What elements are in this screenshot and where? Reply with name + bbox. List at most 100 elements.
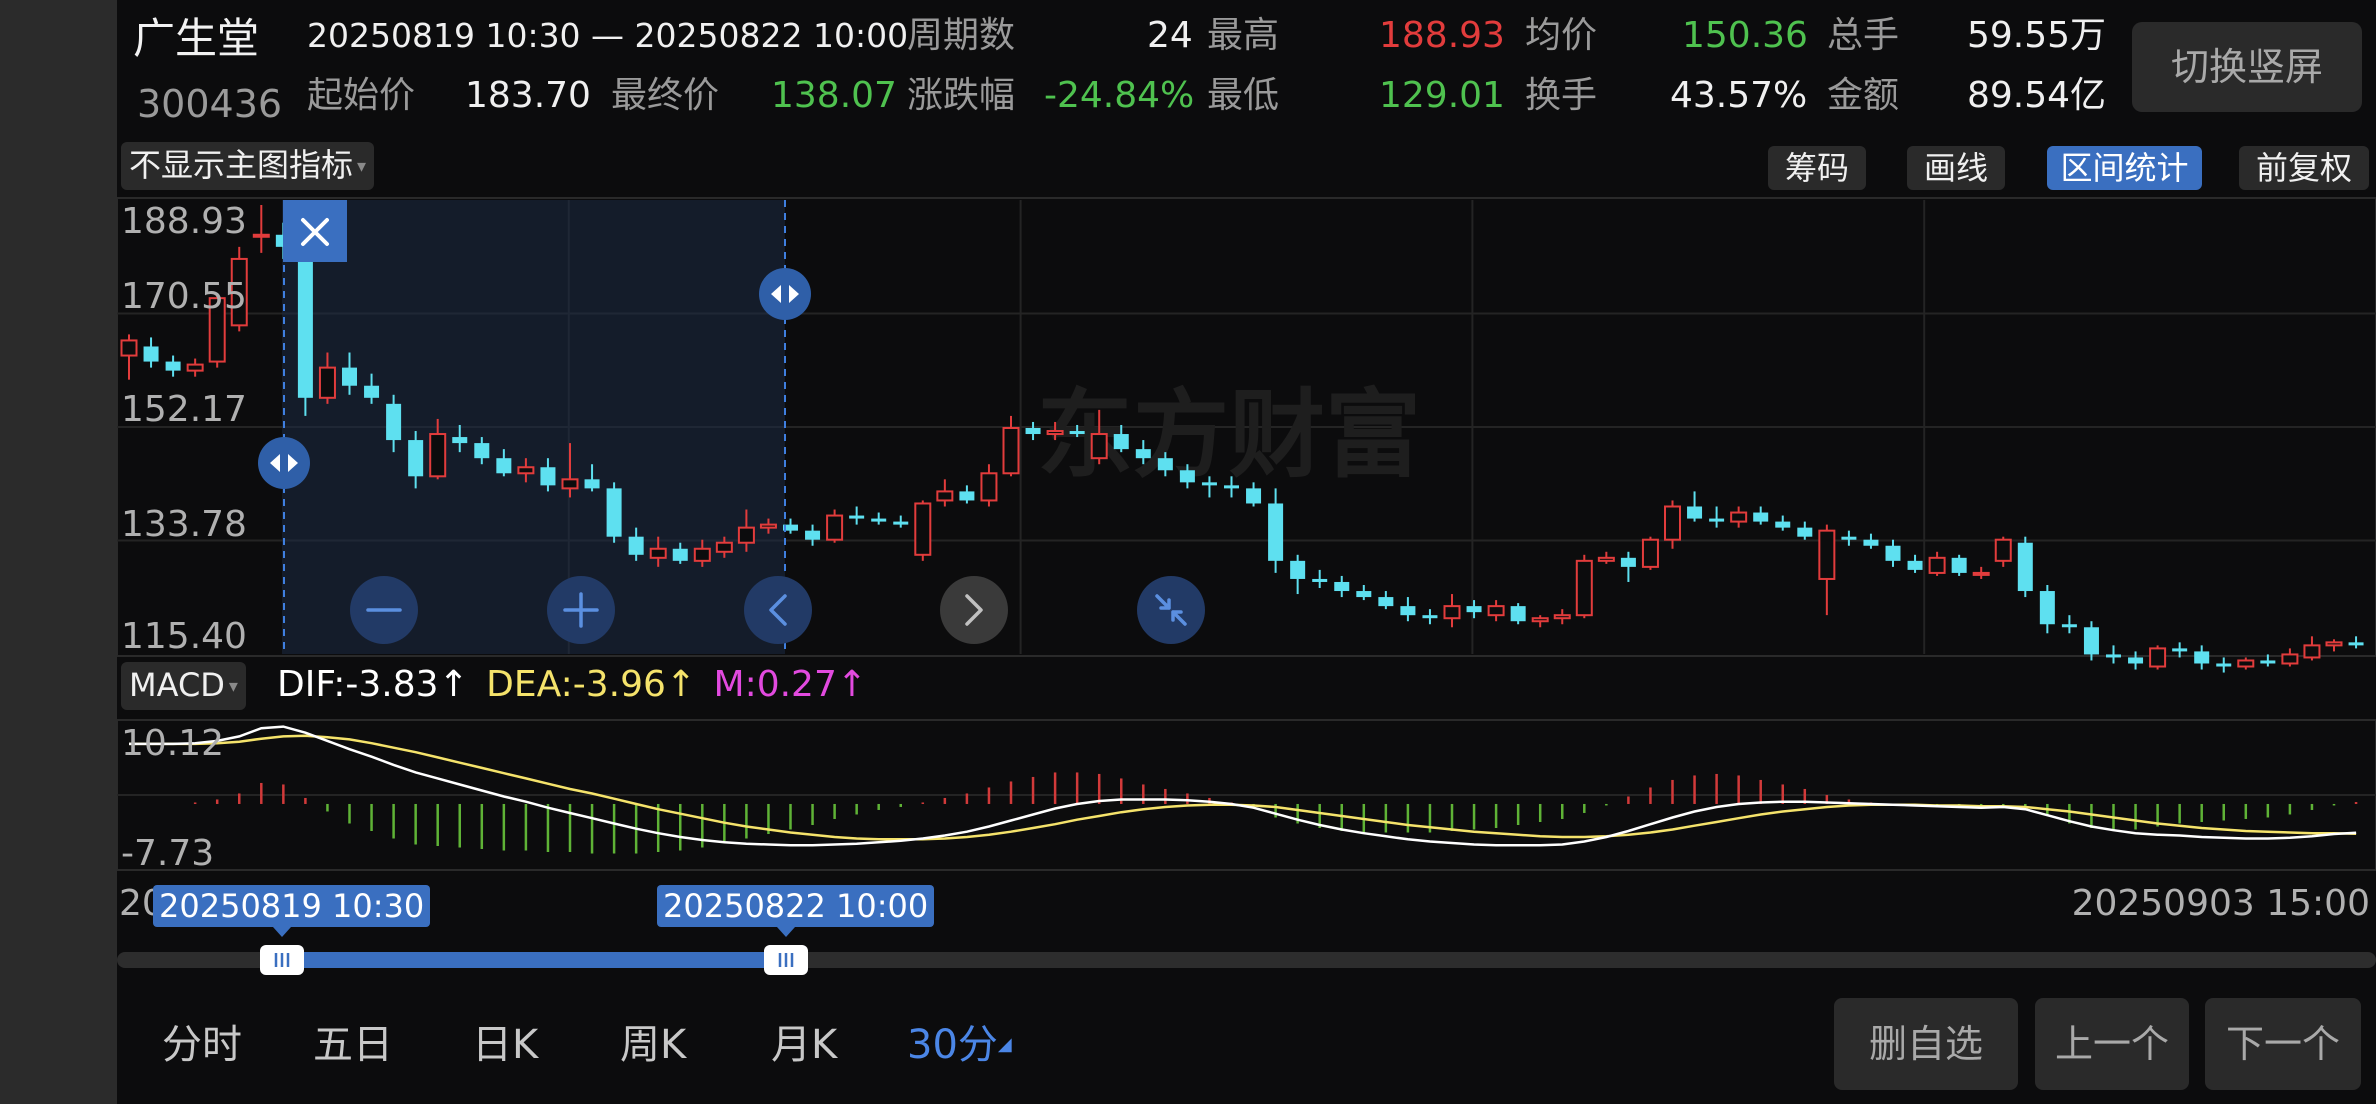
candle-down [1863, 539, 1879, 546]
previous-button[interactable]: 上一个 [2035, 998, 2189, 1090]
candle-up [759, 523, 777, 529]
candle-down [1885, 545, 1901, 561]
candle-down [540, 467, 556, 486]
candle-up [1531, 617, 1549, 623]
candle-down [1069, 431, 1085, 435]
remove-favorite-button[interactable]: 删自选 [1834, 998, 2018, 1090]
dif-value: DIF:-3.83↑ [277, 664, 469, 705]
candle-up [914, 502, 932, 556]
candle-down [1201, 482, 1217, 486]
candle-down [606, 488, 622, 537]
scroll-right-button-bg [940, 576, 1008, 644]
candle-up [517, 466, 535, 475]
candle-up [186, 363, 204, 372]
candle-up [1090, 433, 1108, 460]
y-label-170: 170.55 [121, 276, 247, 317]
candle-down [893, 521, 909, 525]
candle-up [1487, 605, 1505, 617]
candle-up [2303, 644, 2321, 659]
candle-down [1797, 527, 1813, 537]
tab-monthly-k[interactable]: 月K [771, 1020, 837, 1070]
candle-up [1443, 605, 1461, 620]
candle-up [936, 490, 954, 502]
candle-up [1641, 538, 1659, 568]
candle-up [429, 433, 447, 478]
start-tag-pointer [273, 927, 291, 937]
candle-up [561, 478, 579, 490]
candle-down [1312, 578, 1328, 582]
left-range-handle-bg [258, 437, 310, 489]
candle-down [1510, 606, 1526, 622]
close-range-button[interactable] [283, 200, 347, 262]
candle-down [386, 403, 402, 441]
candle-down [1400, 606, 1416, 616]
scroll-right-button[interactable] [940, 576, 1008, 644]
range-slider [117, 927, 2376, 975]
candle-down [871, 518, 887, 522]
y-label-152: 152.17 [121, 389, 247, 430]
tab-weekly-k[interactable]: 周K [620, 1020, 686, 1070]
candle-down [2083, 627, 2099, 655]
candle-down [2260, 660, 2276, 664]
candle-down [2106, 654, 2121, 658]
macd-y-top: 10.12 [121, 723, 225, 764]
candle-down [1246, 488, 1262, 504]
tab-intraday[interactable]: 分时 [162, 1020, 242, 1070]
candle-down [165, 361, 181, 371]
right-range-handle[interactable] [759, 268, 811, 320]
collapse-button[interactable] [1137, 576, 1205, 644]
y-label-115: 115.40 [121, 616, 247, 657]
zoom-in-button[interactable] [547, 576, 615, 644]
candle-down [1268, 503, 1284, 561]
next-button[interactable]: 下一个 [2205, 998, 2361, 1090]
candle-down [672, 548, 688, 561]
chart-canvas[interactable]: 东方财富 [117, 0, 2376, 1104]
macd-select[interactable]: MACD ▾ [121, 662, 246, 710]
candle-down [474, 443, 490, 459]
y-label-133: 133.78 [121, 504, 247, 545]
candle-down [342, 367, 357, 386]
candle-up [715, 541, 733, 553]
left-bezel [0, 0, 117, 1104]
candle-down [2194, 651, 2210, 664]
tab-daily-k[interactable]: 日K [472, 1020, 538, 1070]
scroll-left-button[interactable] [744, 576, 812, 644]
tab-30min[interactable]: 30分◢ [907, 1020, 1012, 1070]
scroll-left-button-bg [744, 576, 812, 644]
candle-down [1620, 557, 1636, 567]
slider-end-knob[interactable] [764, 945, 808, 975]
candle-down [1179, 470, 1195, 483]
candle-down [364, 385, 380, 398]
candle-down [1334, 581, 1350, 592]
slider-start-knob[interactable] [260, 945, 304, 975]
candle-up [1046, 430, 1064, 436]
date-right-label: 20250903 15:00 [2071, 883, 2370, 924]
candle-down [1951, 557, 1967, 573]
end-tag-pointer [777, 927, 795, 937]
candle-up [1553, 614, 1571, 620]
collapse-button-bg [1137, 576, 1205, 644]
candle-down [297, 246, 313, 398]
candle-down [2172, 648, 2188, 652]
candle-down [452, 437, 468, 444]
right-range-handle-bg [759, 268, 811, 320]
candle-up [1597, 556, 1615, 562]
candle-down [1290, 560, 1306, 579]
left-range-handle[interactable] [258, 437, 310, 489]
m-value: M:0.27↑ [713, 664, 868, 705]
zoom-out-button[interactable] [350, 576, 418, 644]
candle-down [1025, 427, 1041, 435]
candle-down [1224, 485, 1239, 489]
candle-up [980, 472, 998, 502]
candle-down [143, 346, 159, 362]
tab-five-day[interactable]: 五日 [313, 1020, 393, 1070]
dea-value: DEA:-3.96↑ [486, 664, 697, 705]
macd-select-label: MACD [129, 666, 225, 704]
candle-down [1753, 512, 1769, 522]
candle-up [1002, 426, 1020, 475]
candle-down [805, 530, 821, 540]
range-end-tag: 20250822 10:00 [657, 885, 935, 927]
candle-down [1135, 449, 1151, 459]
candle-down [496, 458, 512, 474]
candle-up [1818, 529, 1836, 580]
